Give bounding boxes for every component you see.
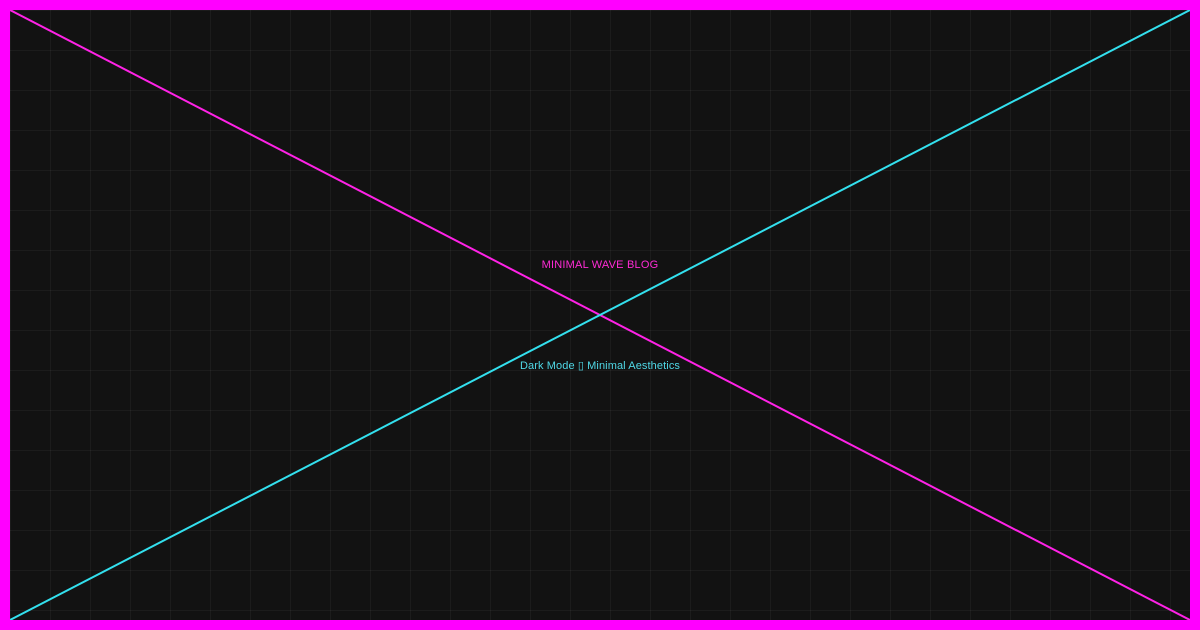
blog-subtitle: Dark Mode ▯ Minimal Aesthetics — [519, 360, 681, 372]
banner-card: MINIMAL WAVE BLOG Dark Mode ▯ Minimal Ae… — [0, 0, 1200, 630]
cross-lines — [10, 10, 1190, 620]
blog-title: MINIMAL WAVE BLOG — [541, 259, 659, 271]
